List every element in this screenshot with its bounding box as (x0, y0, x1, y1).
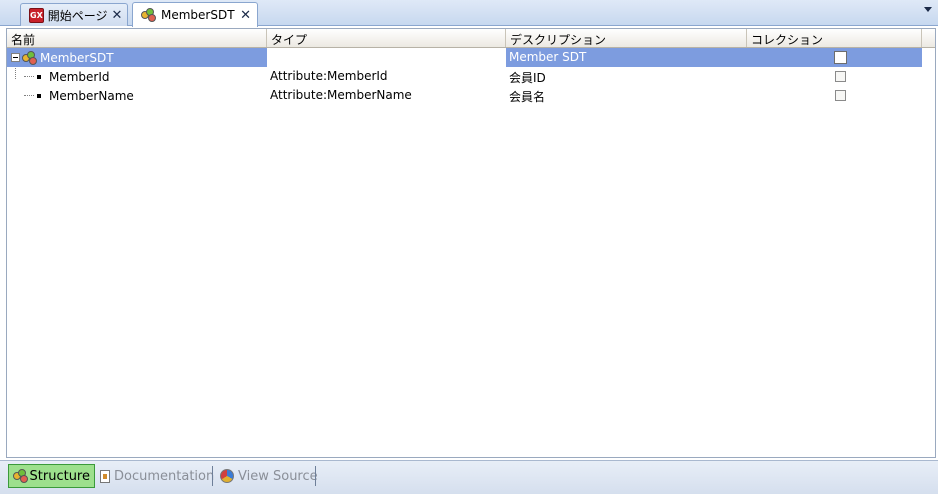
tab-label: 開始ページ (47, 8, 108, 23)
type-cell[interactable]: Attribute:MemberId (267, 67, 506, 86)
tab-label: Documentation (114, 468, 215, 484)
view-source-icon (220, 469, 234, 483)
bullet-icon (37, 93, 41, 98)
row-name: MemberSDT (40, 50, 114, 65)
sdt-icon (141, 8, 157, 22)
tab-documentation[interactable]: Documentation (96, 464, 218, 488)
tree-connector (24, 95, 34, 96)
collapse-icon[interactable] (11, 53, 20, 62)
column-header-description[interactable]: デスクリプション (506, 29, 747, 47)
close-icon[interactable]: ✕ (112, 8, 123, 23)
description-cell[interactable]: 会員ID (506, 67, 747, 86)
tab-membersdt[interactable]: MemberSDT ✕ (132, 2, 258, 27)
table-row[interactable]: MemberId Attribute:MemberId 会員ID (7, 67, 935, 86)
tab-structure[interactable]: Structure (8, 464, 95, 488)
collection-cell[interactable] (747, 67, 922, 86)
documentation-icon (100, 469, 110, 483)
tab-separator (212, 466, 213, 486)
document-tab-strip: GX 開始ページ ✕ MemberSDT ✕ (0, 0, 938, 27)
collection-cell[interactable] (747, 48, 922, 67)
collection-checkbox[interactable] (834, 51, 847, 64)
column-header-name[interactable]: 名前 (7, 29, 267, 47)
collection-cell[interactable] (747, 86, 922, 105)
collection-checkbox[interactable] (835, 71, 846, 82)
genexus-icon: GX (29, 7, 44, 23)
name-cell[interactable]: MemberName (7, 86, 267, 105)
editor-view-bar: Structure Documentation View Source (0, 460, 938, 494)
close-icon[interactable]: ✕ (240, 8, 251, 23)
column-header-type[interactable]: タイプ (267, 29, 506, 47)
table-row[interactable]: MemberName Attribute:MemberName 会員名 (7, 86, 935, 105)
type-cell[interactable]: Attribute:MemberName (267, 86, 506, 105)
collection-checkbox[interactable] (835, 90, 846, 101)
description-cell[interactable]: Member SDT (506, 48, 747, 67)
name-cell[interactable]: MemberId (7, 67, 267, 86)
tab-view-source[interactable]: View Source (216, 464, 322, 488)
sdt-icon (22, 50, 38, 65)
tab-label: MemberSDT (161, 8, 235, 22)
row-name: MemberId (49, 69, 110, 84)
tree-connector (24, 76, 34, 77)
description-cell[interactable]: 会員名 (506, 86, 747, 105)
tab-label: View Source (238, 468, 318, 484)
structure-grid: 名前 タイプ デスクリプション コレクション MemberSDT Member … (6, 28, 936, 458)
bullet-icon (37, 74, 41, 79)
tab-start-page[interactable]: GX 開始ページ ✕ (20, 3, 128, 26)
type-cell[interactable] (267, 48, 506, 67)
table-row[interactable]: MemberSDT Member SDT (7, 48, 935, 67)
tab-separator (315, 466, 316, 486)
tab-label: Structure (29, 468, 90, 484)
tab-list-dropdown-icon[interactable] (924, 7, 932, 12)
row-name: MemberName (49, 88, 134, 103)
name-cell[interactable]: MemberSDT (7, 48, 267, 67)
structure-icon (13, 469, 28, 483)
column-header-collection[interactable]: コレクション (747, 29, 922, 47)
grid-header: 名前 タイプ デスクリプション コレクション (7, 29, 935, 48)
